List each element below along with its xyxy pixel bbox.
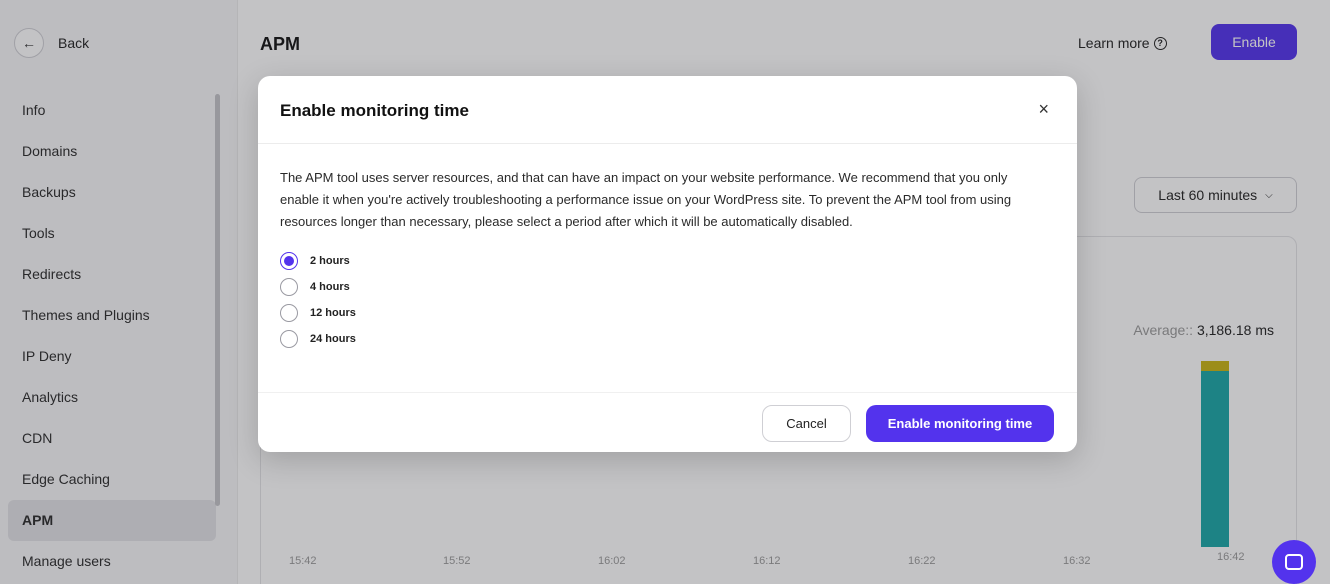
option-label: 4 hours (310, 281, 350, 293)
modal-description: The APM tool uses server resources, and … (280, 170, 1012, 229)
enable-monitoring-time-button[interactable]: Enable monitoring time (866, 405, 1054, 442)
chat-launcher-button[interactable] (1272, 540, 1316, 584)
radio-button[interactable] (280, 330, 298, 348)
option-label: 12 hours (310, 307, 356, 319)
option-label: 24 hours (310, 333, 356, 345)
option-2-hours[interactable]: 2 hours (280, 248, 356, 274)
modal-title: Enable monitoring time (280, 101, 469, 120)
radio-button[interactable] (280, 252, 298, 270)
option-4-hours[interactable]: 4 hours (280, 274, 356, 300)
enable-monitoring-modal: Enable monitoring time × The APM tool us… (258, 76, 1077, 452)
option-12-hours[interactable]: 12 hours (280, 300, 356, 326)
modal-footer: Cancel Enable monitoring time (258, 392, 1077, 452)
radio-button[interactable] (280, 278, 298, 296)
option-label: 2 hours (310, 255, 350, 267)
modal-header: Enable monitoring time × (258, 76, 1077, 144)
radio-button[interactable] (280, 304, 298, 322)
cancel-button[interactable]: Cancel (762, 405, 851, 442)
option-24-hours[interactable]: 24 hours (280, 326, 356, 352)
monitoring-duration-options: 2 hours 4 hours 12 hours 24 hours (280, 248, 356, 352)
chat-icon (1285, 554, 1303, 570)
close-icon[interactable]: × (1038, 98, 1049, 120)
